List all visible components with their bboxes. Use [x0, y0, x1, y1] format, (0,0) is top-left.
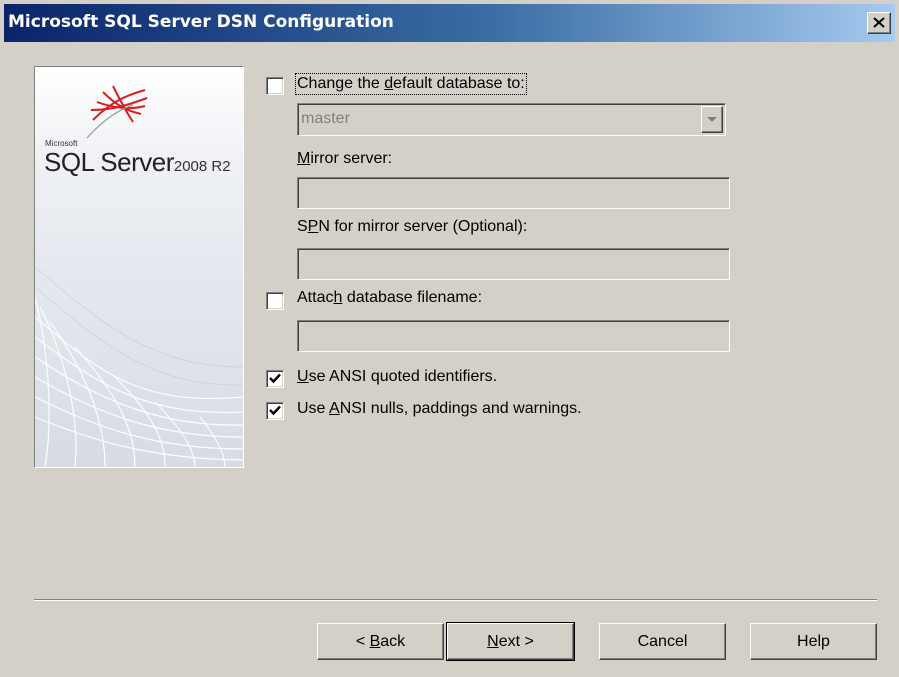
- logo-product-text: SQL Server: [44, 147, 174, 177]
- label-text: se ANSI quoted identifiers.: [308, 368, 498, 385]
- label-mnemonic: A: [329, 400, 340, 417]
- label-text: N for mirror server (Optional):: [318, 218, 528, 235]
- help-button[interactable]: Help: [750, 623, 877, 660]
- ansi-nulls-paddings-checkbox[interactable]: [266, 402, 284, 420]
- label-text: database filename:: [342, 289, 483, 306]
- window-title: Microsoft SQL Server DSN Configuration: [8, 12, 394, 32]
- cancel-button[interactable]: Cancel: [599, 623, 726, 660]
- back-button[interactable]: < Back: [317, 623, 444, 660]
- button-text: <: [355, 633, 370, 650]
- button-mnemonic: B: [369, 633, 381, 650]
- default-database-select[interactable]: master: [297, 103, 726, 136]
- change-default-database-label[interactable]: Change the default database to:: [295, 73, 527, 95]
- spn-mirror-server-input[interactable]: [297, 248, 730, 280]
- button-separator: [34, 599, 877, 601]
- label-text: Use: [297, 400, 330, 417]
- attach-database-label[interactable]: Attach database filename:: [297, 289, 482, 307]
- label-text: efault database to:: [393, 75, 525, 92]
- ansi-quoted-identifiers-label[interactable]: Use ANSI quoted identifiers.: [297, 368, 497, 386]
- logo-version-text: 2008 R2: [173, 158, 231, 175]
- button-text: ext >: [498, 633, 534, 650]
- label-text: irror server:: [310, 150, 393, 167]
- chevron-down-icon: [707, 117, 717, 122]
- mirror-server-label: Mirror server:: [297, 150, 392, 168]
- next-button[interactable]: Next >: [446, 622, 575, 661]
- close-icon: [873, 17, 885, 28]
- dropdown-button[interactable]: [701, 106, 723, 133]
- label-mnemonic: P: [307, 218, 319, 235]
- close-button[interactable]: [867, 12, 891, 34]
- default-database-value: master: [301, 110, 350, 127]
- ansi-nulls-paddings-label[interactable]: Use ANSI nulls, paddings and warnings.: [297, 400, 582, 418]
- button-mnemonic: N: [487, 633, 499, 650]
- label-mnemonic: U: [297, 368, 309, 385]
- title-bar[interactable]: Microsoft SQL Server DSN Configuration: [4, 4, 895, 42]
- button-text: ack: [380, 633, 406, 650]
- label-text: S: [297, 218, 308, 235]
- label-text: Change the: [297, 75, 385, 92]
- mirror-server-input[interactable]: [297, 177, 730, 209]
- sql-server-banner-image: Microsoft SQL Server2008 R2: [34, 66, 244, 468]
- label-mnemonic: d: [384, 75, 394, 92]
- attach-database-filename-input[interactable]: [297, 320, 730, 352]
- ansi-quoted-identifiers-checkbox[interactable]: [266, 370, 284, 388]
- label-text: Attac: [297, 289, 334, 306]
- checkmark-icon: [269, 405, 281, 416]
- label-text: NSI nulls, paddings and warnings.: [339, 400, 582, 417]
- label-mnemonic: M: [297, 150, 311, 167]
- sql-server-logo-icon: [86, 85, 148, 139]
- change-default-database-checkbox[interactable]: [266, 77, 284, 95]
- spn-mirror-server-label: SPN for mirror server (Optional):: [297, 218, 527, 236]
- checkmark-icon: [269, 373, 281, 384]
- logo-product-name: SQL Server2008 R2: [44, 147, 231, 178]
- dsn-configuration-dialog: Microsoft SQL Server DSN Configuration M…: [0, 0, 899, 677]
- attach-database-checkbox[interactable]: [266, 292, 284, 310]
